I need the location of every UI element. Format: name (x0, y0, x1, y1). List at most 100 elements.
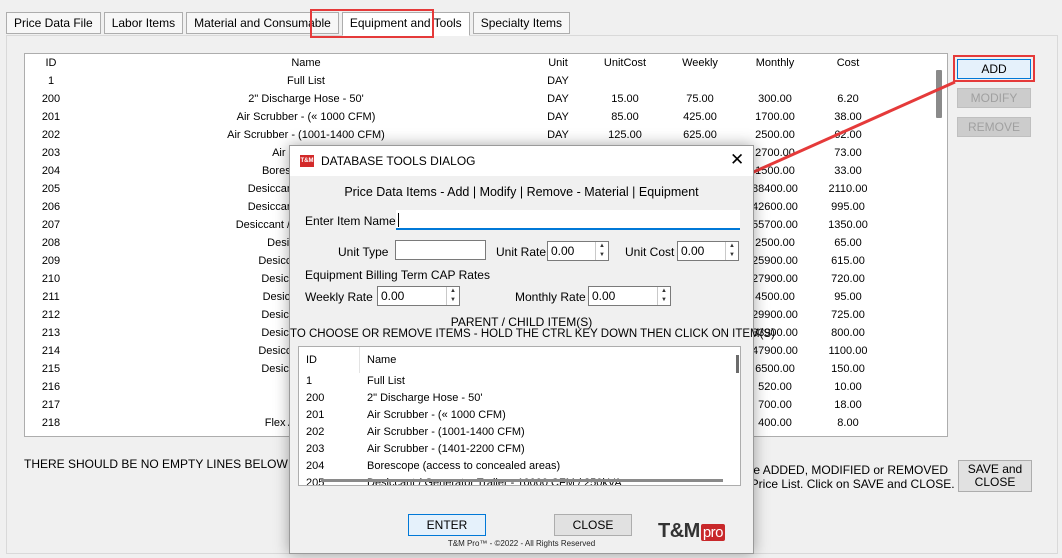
enter-button[interactable]: ENTER (408, 514, 486, 536)
app-logo-icon: T&M (300, 155, 314, 167)
list-item[interactable]: 202 Air Scrubber - (1001-1400 CFM) (299, 424, 740, 441)
cell-id: 215 (41, 363, 61, 375)
cell-weekly: 625.00 (683, 129, 717, 141)
pc-cell-id: 1 (306, 375, 313, 387)
footer-instructions-line1: have ADDED, MODIFIED or REMOVED (734, 463, 949, 477)
pc-cell-id: 204 (306, 460, 325, 472)
cell-id: 208 (41, 237, 61, 249)
weekly-rate-stepper[interactable]: 0.00 ▲ ▼ (377, 286, 460, 306)
unit-cost-stepper[interactable]: 0.00 ▲ ▼ (677, 241, 739, 261)
col-id-header[interactable]: ID (25, 54, 77, 72)
monthly-rate-value: 0.00 (592, 289, 616, 303)
list-item[interactable]: 1 Full List (299, 373, 740, 390)
item-name-input[interactable] (396, 210, 740, 230)
col-unitcost-header[interactable]: UnitCost (581, 54, 669, 72)
list-item[interactable]: 203 Air Scrubber - (1401-2200 CFM) (299, 441, 740, 458)
pc-list-hscrollbar[interactable] (321, 479, 723, 482)
tab-price-data-file[interactable]: Price Data File (6, 12, 101, 34)
col-name-header[interactable]: Name (77, 54, 535, 72)
spin-down-icon[interactable]: ▼ (658, 296, 670, 305)
monthly-rate-stepper[interactable]: 0.00 ▲ ▼ (588, 286, 671, 306)
cell-unit-cost: 15.00 (611, 93, 639, 105)
tab-equipment-and-tools[interactable]: Equipment and Tools (341, 12, 470, 36)
pc-list-scrollbar-thumb[interactable] (736, 355, 739, 373)
selection-hint: TO CHOOSE OR REMOVE ITEMS - HOLD THE CTR… (290, 328, 775, 340)
list-item[interactable]: 204 Borescope (access to concealed areas) (299, 458, 740, 475)
item-name-label: Enter Item Name (305, 214, 396, 228)
tab-labor-items[interactable]: Labor Items (103, 12, 184, 34)
cell-id: 212 (41, 309, 61, 321)
spin-up-icon[interactable]: ▲ (596, 242, 608, 251)
col-weekly-header[interactable]: Weekly (669, 54, 731, 72)
cell-cost: 33.00 (834, 165, 862, 177)
cell-unit: DAY (547, 111, 569, 123)
weekly-rate-label: Weekly Rate (305, 290, 373, 304)
col-monthly-header[interactable]: Monthly (731, 54, 819, 72)
spin-up-icon[interactable]: ▲ (726, 242, 738, 251)
cell-cost (819, 72, 877, 90)
cell-monthly: 1700.00 (755, 111, 795, 123)
cell-id: 210 (41, 273, 61, 285)
close-button[interactable]: CLOSE (554, 514, 632, 536)
spin-up-icon[interactable]: ▲ (658, 287, 670, 296)
cell-name: Full List (287, 75, 325, 87)
pc-cell-name: Full List (367, 375, 405, 387)
cell-cost: 65.00 (834, 237, 862, 249)
spin-down-icon[interactable]: ▼ (726, 251, 738, 260)
parent-child-list[interactable]: ID Name 1 Full List 200 2" Discharge Hose -… (298, 346, 741, 486)
cell-weekly (669, 72, 731, 90)
cell-id: 205 (41, 183, 61, 195)
cell-unit: DAY (547, 93, 569, 105)
pc-list-body: 1 Full List 200 2" Discharge Hose - 50' 201 A… (299, 373, 740, 485)
cell-id: 204 (41, 165, 61, 177)
pc-cell-id: 202 (306, 426, 325, 438)
table-row[interactable]: 200 2" Discharge Hose - 50' DAY 15.00 75.00 3… (25, 90, 947, 108)
cap-rates-label: Equipment Billing Term CAP Rates (305, 268, 490, 282)
pc-col-name-header[interactable]: Name (359, 347, 729, 373)
pc-cell-name: Air Scrubber - (1001-1400 CFM) (367, 426, 525, 438)
save-and-close-line2: CLOSE (974, 475, 1016, 489)
cell-cost: 800.00 (831, 327, 865, 339)
cell-cost: 62.00 (834, 129, 862, 141)
cell-cost: 73.00 (834, 147, 862, 159)
cell-id: 213 (41, 327, 61, 339)
list-item[interactable]: 201 Air Scrubber - (« 1000 CFM) (299, 407, 740, 424)
save-and-close-button[interactable]: SAVE and CLOSE (958, 460, 1032, 492)
tab-material-and-consumable[interactable]: Material and Consumable (186, 12, 339, 34)
table-row[interactable]: 201 Air Scrubber - (« 1000 CFM) DAY 85.00 42… (25, 108, 947, 126)
spin-up-icon[interactable]: ▲ (447, 287, 459, 296)
list-item[interactable]: 200 2" Discharge Hose - 50' (299, 390, 740, 407)
pc-cell-id: 201 (306, 409, 325, 421)
remove-button[interactable]: REMOVE (957, 117, 1031, 137)
col-unit-header[interactable]: Unit (535, 54, 581, 72)
cell-monthly: 2500.00 (755, 129, 795, 141)
add-button[interactable]: ADD (957, 59, 1031, 79)
cell-monthly: 300.00 (758, 93, 792, 105)
cell-weekly: 425.00 (683, 111, 717, 123)
close-icon[interactable]: ✕ (730, 150, 744, 170)
cell-cost: 615.00 (831, 255, 865, 267)
col-cost-header[interactable]: Cost (819, 54, 877, 72)
cell-id: 202 (41, 129, 61, 141)
cell-id: 200 (41, 93, 61, 105)
unit-rate-stepper[interactable]: 0.00 ▲ ▼ (547, 241, 609, 261)
tab-specialty-items[interactable]: Specialty Items (472, 12, 571, 34)
unit-rate-label: Unit Rate (496, 245, 547, 259)
footer-note: THERE SHOULD BE NO EMPTY LINES BELOW THE… (24, 457, 325, 471)
cell-name: 2" Discharge Hose - 50' (248, 93, 364, 105)
cell-unit: DAY (547, 75, 569, 87)
unit-type-input[interactable] (395, 240, 486, 260)
spin-down-icon[interactable]: ▼ (447, 296, 459, 305)
cell-unit-cost: 125.00 (608, 129, 642, 141)
table-row[interactable]: 202 Air Scrubber - (1001-1400 CFM) DAY 125.… (25, 126, 947, 144)
dialog-title: DATABASE TOOLS DIALOG (321, 154, 476, 168)
cell-weekly: 75.00 (686, 93, 714, 105)
list-scrollbar-thumb[interactable] (936, 70, 942, 118)
cell-id: 217 (41, 399, 61, 411)
pc-col-id-header[interactable]: ID (299, 347, 359, 373)
spin-down-icon[interactable]: ▼ (596, 251, 608, 260)
modify-button[interactable]: MODIFY (957, 88, 1031, 108)
unit-cost-value: 0.00 (681, 244, 705, 258)
table-row[interactable]: 1 Full List DAY (25, 72, 947, 90)
dialog-titlebar: T&M DATABASE TOOLS DIALOG ✕ (290, 146, 753, 176)
